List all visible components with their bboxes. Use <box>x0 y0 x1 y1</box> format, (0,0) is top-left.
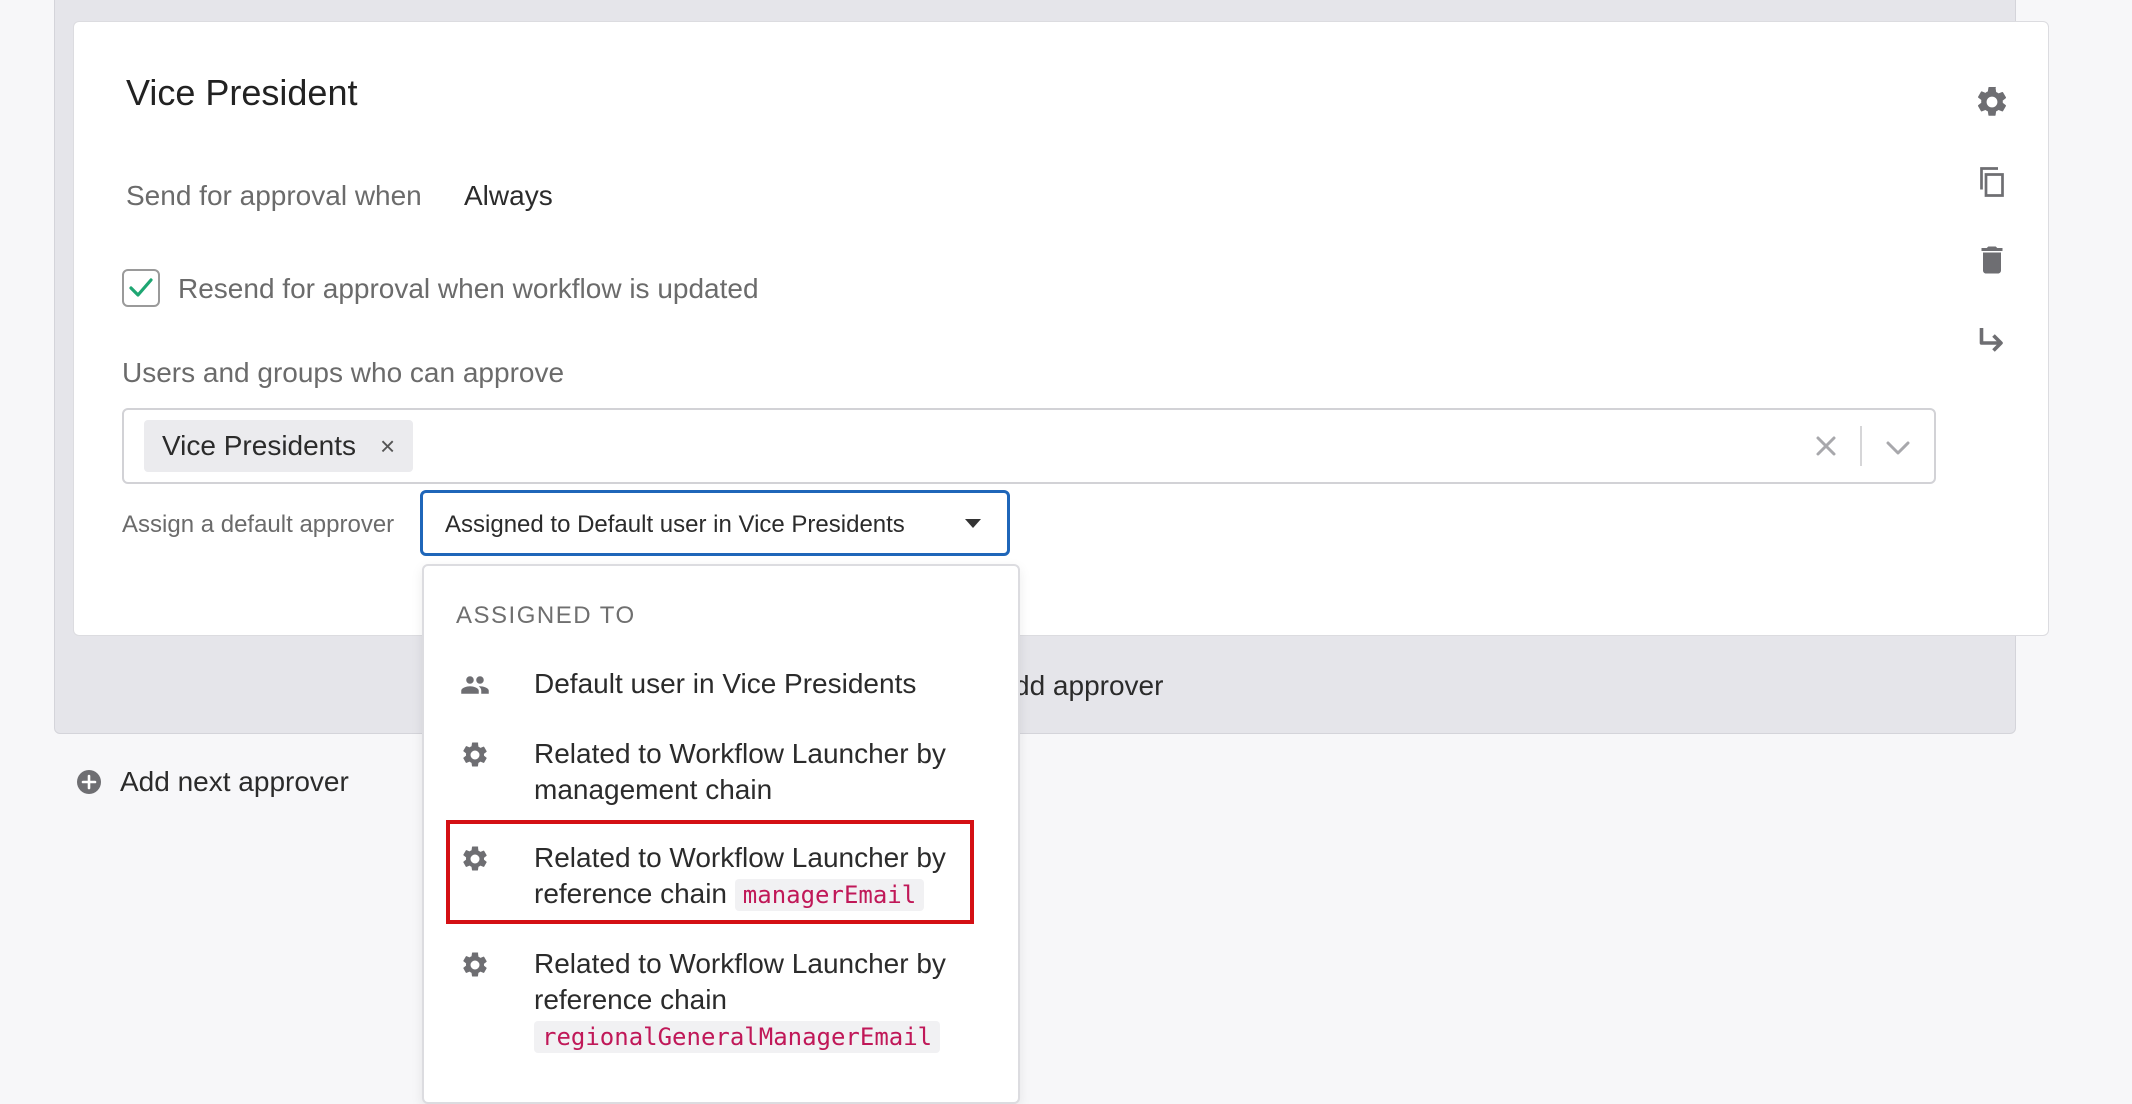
option-text: Related to Workflow Launcher by referenc… <box>534 948 946 1015</box>
dropdown-option-reference-chain-regional-gm-email[interactable]: Related to Workflow Launcher by referenc… <box>460 946 1000 1056</box>
users-groups-label: Users and groups who can approve <box>122 357 565 388</box>
dropdown-option-label: Related to Workflow Launcher by manageme… <box>534 738 946 805</box>
dropdown-option-management-chain[interactable]: Related to Workflow Launcher by manageme… <box>460 736 1000 812</box>
dropdown-option-label: Default user in Vice Presidents <box>534 668 917 699</box>
gear-icon[interactable] <box>1974 84 2010 120</box>
dropdown-option-label: Related to Workflow Launcher by referenc… <box>534 840 994 913</box>
field-name-code: managerEmail <box>734 879 925 911</box>
chip-remove-icon[interactable]: × <box>380 431 395 462</box>
approvers-multi-select[interactable]: Vice Presidents × <box>122 408 1936 484</box>
dropdown-option-label: Related to Workflow Launcher by referenc… <box>534 946 994 1055</box>
chip-label: Vice Presidents <box>162 430 357 461</box>
add-approver-button[interactable]: dd approver <box>1014 670 1163 702</box>
chevron-down-icon[interactable] <box>1882 432 1914 464</box>
clear-selection-icon[interactable] <box>1810 430 1842 462</box>
gear-icon <box>463 742 487 767</box>
dropdown-section-header: ASSIGNED TO <box>456 602 636 629</box>
trash-icon[interactable] <box>1974 242 2010 278</box>
caret-down-icon <box>965 519 981 528</box>
copy-icon[interactable] <box>1974 164 2010 200</box>
resend-checkbox[interactable] <box>122 269 160 307</box>
plus-circle-icon <box>77 770 101 794</box>
card-title: Vice President <box>126 72 358 113</box>
move-down-arrow-icon[interactable] <box>1974 322 2010 358</box>
add-next-approver-button[interactable]: Add next approver <box>76 766 349 798</box>
default-approver-dropdown-menu: ASSIGNED TO Default user in Vice Preside… <box>422 564 1020 1104</box>
dropdown-option-default-user[interactable]: Default user in Vice Presidents <box>460 666 1000 706</box>
gear-icon <box>463 952 487 977</box>
field-name-code: regionalGeneralManagerEmail <box>534 1021 941 1053</box>
add-next-approver-label: Add next approver <box>120 766 349 797</box>
default-approver-value: Assigned to Default user in Vice Preside… <box>445 511 905 538</box>
select-divider <box>1860 426 1862 466</box>
assign-default-approver-label: Assign a default approver <box>122 511 395 538</box>
dropdown-option-reference-chain-manager-email[interactable]: Related to Workflow Launcher by referenc… <box>446 820 1000 924</box>
selected-group-chip: Vice Presidents × <box>144 420 414 472</box>
default-approver-select[interactable]: Assigned to Default user in Vice Preside… <box>420 490 1010 556</box>
send-for-approval-label: Send for approval when <box>126 180 422 211</box>
resend-checkbox-label[interactable]: Resend for approval when workflow is upd… <box>178 273 759 305</box>
checkmark-icon <box>129 278 153 297</box>
approver-card <box>73 21 2049 636</box>
gear-icon <box>463 846 487 871</box>
send-for-approval-value[interactable]: Always <box>464 180 553 212</box>
users-icon <box>461 676 489 694</box>
